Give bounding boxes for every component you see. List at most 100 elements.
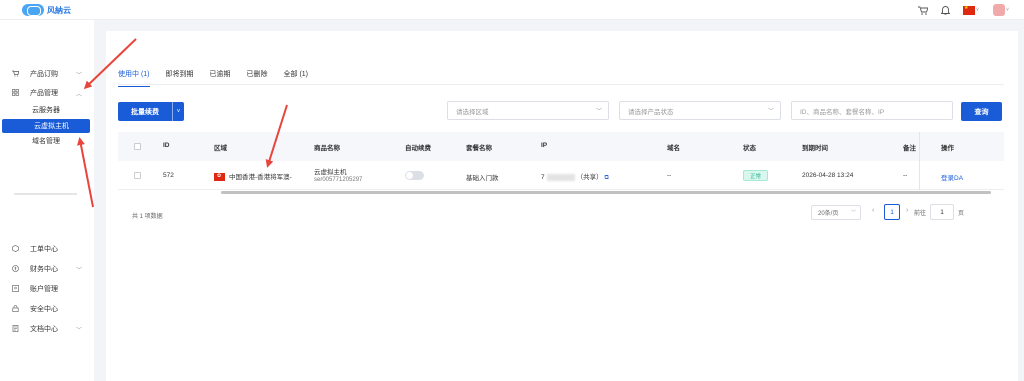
china-flag-icon <box>963 5 976 15</box>
batch-renew-button[interactable]: 批量续费 ˅ <box>118 102 184 121</box>
chevron-down-icon[interactable]: ˅ <box>172 102 184 121</box>
total-count: 共 1 项数据 <box>132 214 163 220</box>
sidebar-item-label: 账户管理 <box>30 286 58 293</box>
cart-icon[interactable] <box>916 3 930 17</box>
status-select-placeholder: 请选择产品状态 <box>628 108 674 116</box>
row-checkbox[interactable] <box>134 172 141 179</box>
column-header-ip: IP <box>541 142 548 149</box>
copy-icon[interactable]: ⧉ <box>604 175 608 181</box>
search-input-placeholder: ID、商品名称、套餐名称、IP <box>800 108 885 116</box>
cart-icon <box>12 70 20 79</box>
cell-region: 中国香港-香港将军澳- <box>214 171 292 182</box>
ip-redacted <box>546 173 575 181</box>
page-number-current[interactable]: 1 <box>884 204 900 220</box>
chevron-down-icon: ˅ <box>1006 7 1009 13</box>
cloud-logo-icon <box>22 4 44 16</box>
column-header-region: 区域 <box>214 145 227 152</box>
cell-ip: 7 （共享） ⧉ <box>541 171 609 182</box>
cell-expire: 2026-04-28 13:24 <box>802 172 854 179</box>
account-icon <box>12 284 20 294</box>
sidebar-item-label: 产品订购 <box>30 71 58 78</box>
chevron-down-icon: ﹀ <box>75 327 82 334</box>
region-text: 中国香港-香港将军澳- <box>229 174 292 181</box>
cell-id: 572 <box>163 172 174 179</box>
batch-renew-label: 批量续费 <box>131 108 159 116</box>
finance-icon <box>12 264 20 274</box>
cell-product-code: ser005771205297 <box>314 177 363 183</box>
sidebar-item-finance[interactable]: 财务中心 ﹀ <box>12 263 86 275</box>
login-da-link[interactable]: 登录DA <box>941 172 963 182</box>
chevron-down-icon: ﹀ <box>595 109 602 115</box>
fixed-column-shadow <box>919 132 920 190</box>
sidebar-divider <box>14 193 77 195</box>
area-select[interactable]: 请选择区域 ﹀ <box>447 101 609 120</box>
column-header-status: 状态 <box>743 145 756 152</box>
top-bar: 风納云 ˅ ˅ <box>0 0 1024 20</box>
ip-prefix: 7 <box>541 174 545 181</box>
sidebar-item-label: 文档中心 <box>30 326 58 333</box>
hong-kong-flag-icon <box>214 173 225 182</box>
area-select-placeholder: 请选择区域 <box>456 108 489 116</box>
select-all-checkbox[interactable] <box>134 143 141 150</box>
brand-logo[interactable]: 风納云 <box>22 4 71 16</box>
search-input[interactable]: ID、商品名称、套餐名称、IP <box>791 101 953 120</box>
sidebar-item-security[interactable]: 安全中心 <box>12 303 86 315</box>
horizontal-scrollbar[interactable] <box>221 191 991 194</box>
top-actions: ˅ ˅ <box>916 3 1012 17</box>
brand-name: 风納云 <box>47 5 71 15</box>
table-header: ID 区域 商品名称 自动续费 套餐名称 IP 域名 状态 到期时间 备注 操作 <box>118 132 1004 161</box>
sidebar-item-domain[interactable]: 域名管理 <box>0 134 90 148</box>
grid-icon <box>12 88 20 98</box>
language-switcher[interactable]: ˅ <box>960 3 982 17</box>
sidebar-item-product-management[interactable]: 产品管理 ︿ <box>12 87 86 99</box>
main-panel: 使用中 (1) 即将到期 已逾期 已删除 全部 (1) 批量续费 ˅ 请选择区域… <box>106 31 1018 381</box>
sidebar-item-product-order[interactable]: 产品订购 ﹀ <box>12 68 86 80</box>
sidebar-item-account[interactable]: 账户管理 <box>12 283 86 295</box>
doc-icon <box>12 324 20 334</box>
chevron-down-icon: ﹀ <box>75 267 82 274</box>
query-button[interactable]: 查询 <box>961 102 1002 121</box>
sidebar-item-tickets[interactable]: 工单中心 <box>12 243 86 255</box>
sidebar-item-docs[interactable]: 文档中心 ﹀ <box>12 323 86 335</box>
column-header-product: 商品名称 <box>314 145 340 152</box>
goto-label: 前往 <box>914 211 927 217</box>
sidebar: 产品订购 ﹀ 产品管理 ︿ 云服务器 云虚拟主机 域名管理 工单中心 财务中心 … <box>0 20 94 381</box>
page-suffix-label: 页 <box>958 211 965 217</box>
next-page-button[interactable]: › <box>906 207 908 214</box>
chevron-down-icon: ˅ <box>976 7 979 13</box>
column-header-note: 备注 <box>903 145 916 152</box>
chevron-down-icon: ﹀ <box>767 109 774 115</box>
sidebar-item-label: 财务中心 <box>30 266 58 273</box>
cell-domain: -- <box>667 172 672 179</box>
chevron-down-icon: ﹀ <box>850 210 856 216</box>
sidebar-item-label: 工单中心 <box>30 246 58 253</box>
chevron-up-icon: ︿ <box>75 91 82 98</box>
user-menu[interactable]: ˅ <box>990 3 1012 17</box>
prev-page-button[interactable]: ‹ <box>872 207 874 214</box>
page-size-value: 20条/页 <box>818 211 839 217</box>
cell-plan: 基础入门款 <box>466 175 499 182</box>
sidebar-item-virtual-host[interactable]: 云虚拟主机 <box>2 119 90 133</box>
column-header-autorenew: 自动续费 <box>405 145 431 152</box>
cell-note: -- <box>903 172 908 179</box>
sidebar-item-label: 产品管理 <box>30 90 58 97</box>
goto-page-input[interactable]: 1 <box>930 204 954 220</box>
cell-product-name: 云虚拟主机 <box>314 169 347 176</box>
chevron-down-icon: ﹀ <box>75 72 82 79</box>
tabs-divider <box>118 84 1004 85</box>
bell-icon[interactable] <box>938 3 952 17</box>
status-badge: 正常 <box>743 170 769 181</box>
status-select[interactable]: 请选择产品状态 ﹀ <box>619 101 781 120</box>
sidebar-item-cloud-server[interactable]: 云服务器 <box>0 103 90 117</box>
avatar <box>993 4 1006 16</box>
column-header-action: 操作 <box>941 145 954 152</box>
sidebar-item-label: 安全中心 <box>30 306 58 313</box>
auto-renew-toggle[interactable] <box>405 171 424 180</box>
column-header-id: ID <box>163 142 170 149</box>
column-header-plan: 套餐名称 <box>466 145 492 152</box>
column-header-domain: 域名 <box>667 145 680 152</box>
ticket-icon <box>12 244 20 254</box>
page-size-select[interactable]: 20条/页 ﹀ <box>811 205 861 220</box>
column-header-expire: 到期时间 <box>802 145 828 152</box>
ip-suffix: （共享） <box>576 174 603 181</box>
